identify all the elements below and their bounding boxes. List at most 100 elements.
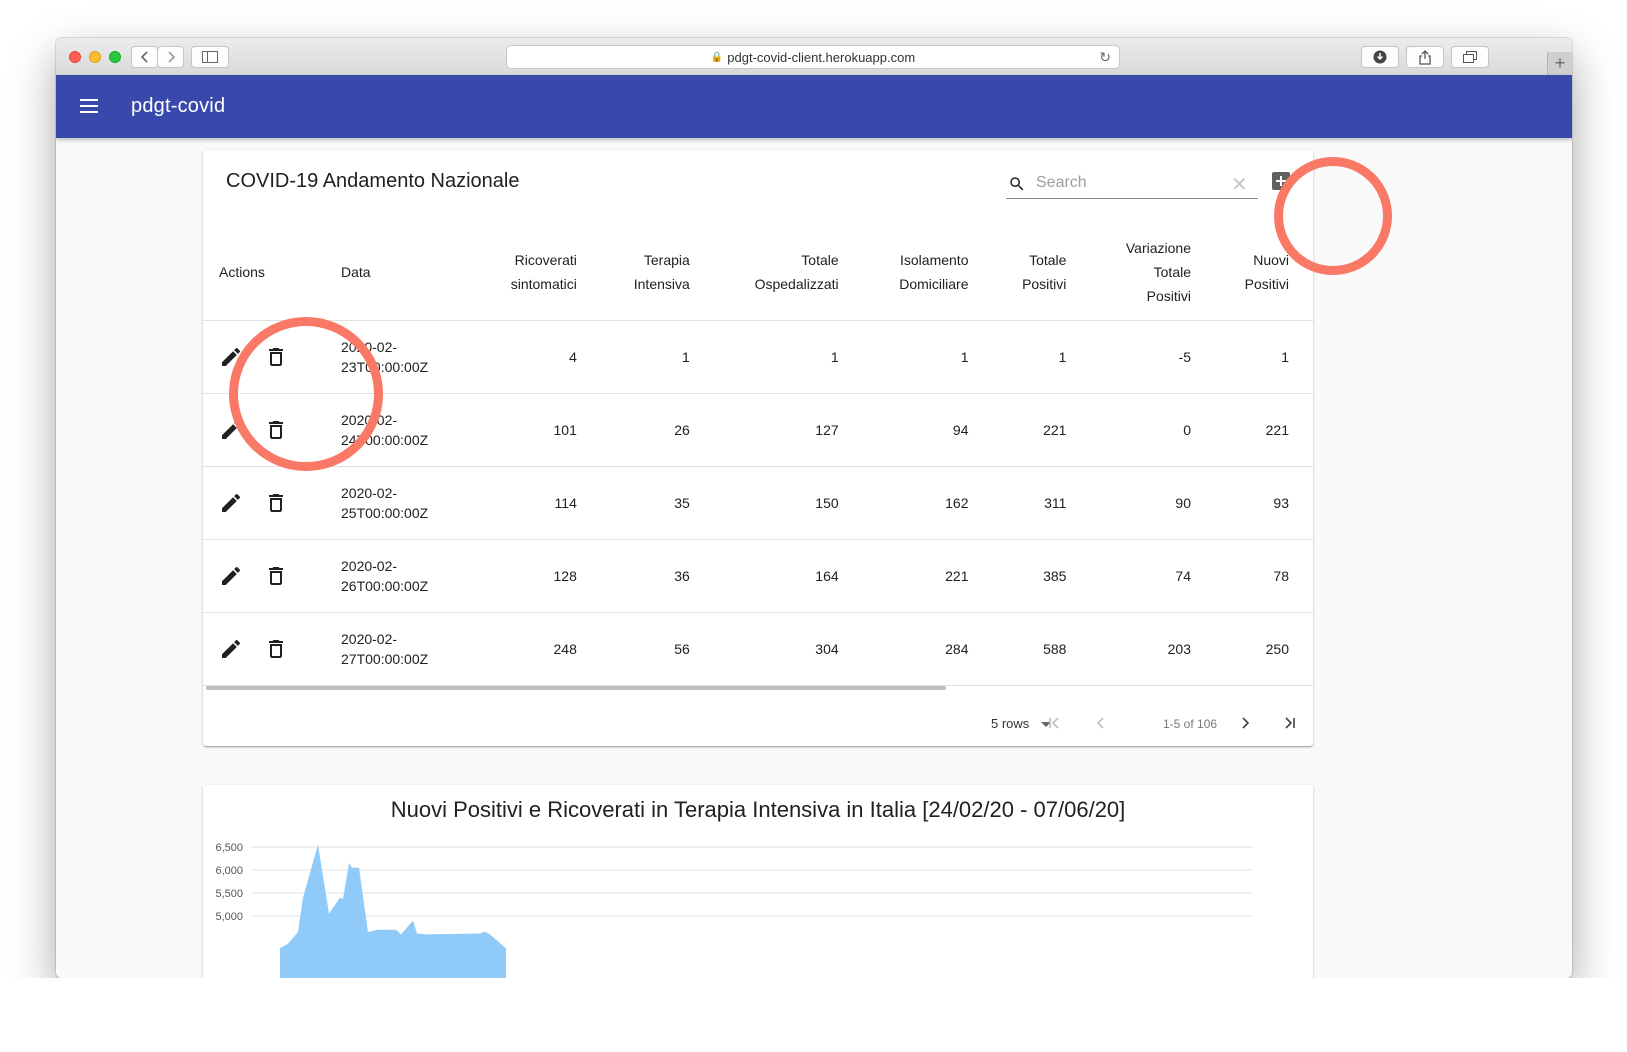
date-line: 2020-02- [341, 339, 398, 355]
data-table-card: COVID-19 Andamento Nazionale ✕ Actions D… [203, 150, 1313, 746]
column-header[interactable]: Isolamento Domiciliare [854, 223, 985, 321]
pagination: 5 rows 1-5 of 106 [203, 710, 1313, 740]
column-spacer [1305, 223, 1313, 321]
trash-icon[interactable] [264, 491, 288, 515]
value-cell: 162 [854, 466, 985, 540]
row-actions-cell [203, 393, 325, 467]
tabs-icon [1463, 51, 1477, 63]
value-cell: 1 [705, 320, 855, 394]
app-title: pdgt-covid [131, 95, 226, 117]
column-header-label: Variazione [1125, 239, 1191, 256]
trash-icon[interactable] [264, 637, 288, 661]
column-header-label: Nuovi [1253, 251, 1289, 268]
value-cell: 284 [854, 612, 985, 686]
value-cell: 78 [1207, 539, 1305, 613]
page-range-label: 1-5 of 106 [1163, 717, 1218, 731]
pencil-icon[interactable] [219, 418, 243, 442]
value-cell: 90 [1082, 466, 1207, 540]
pencil-icon[interactable] [219, 491, 243, 515]
column-header[interactable]: Totale Ospedalizzati [705, 223, 855, 321]
date-line: 2020-02- [341, 412, 398, 428]
date-line: 26T00:00:00Z [341, 578, 429, 594]
first-page-icon[interactable] [1045, 713, 1065, 733]
row-actions-cell [203, 466, 325, 540]
download-icon [1373, 50, 1387, 64]
rows-per-page-select[interactable]: 5 rows [991, 716, 1029, 731]
date-line: 2020-02- [341, 558, 398, 574]
search-input[interactable] [1034, 170, 1228, 196]
maximize-window-button[interactable] [109, 51, 121, 63]
sidebar-toggle-button[interactable] [191, 46, 229, 68]
y-tick-label: 6,000 [215, 865, 243, 877]
value-cell: 56 [592, 612, 706, 686]
column-header[interactable]: Actions [203, 223, 325, 321]
trash-icon[interactable] [264, 418, 288, 442]
back-button[interactable] [131, 46, 158, 68]
value-cell: 36 [592, 539, 706, 613]
date-line: 23T00:00:00Z [341, 359, 429, 375]
new-tab-button[interactable]: + [1547, 52, 1572, 75]
value-cell: -5 [1082, 320, 1207, 394]
column-header[interactable]: Totale Positivi [984, 223, 1083, 321]
pencil-icon[interactable] [219, 637, 243, 661]
address-bar[interactable]: 🔒 pdgt-covid-client.herokuapp.com ↻ [506, 45, 1120, 69]
chevron-left-icon[interactable] [1091, 713, 1111, 733]
value-cell: 4 [467, 320, 593, 394]
close-window-button[interactable] [69, 51, 81, 63]
trash-icon[interactable] [264, 345, 288, 369]
column-header[interactable]: Terapia Intensiva [592, 223, 706, 321]
y-tick-label: 5,500 [215, 888, 243, 900]
chevron-right-icon [167, 51, 175, 63]
column-header-label: Isolamento [900, 251, 969, 268]
minimize-window-button[interactable] [89, 51, 101, 63]
chevron-right-icon[interactable] [1235, 713, 1255, 733]
reload-icon[interactable]: ↻ [1099, 49, 1111, 66]
horizontal-scrollbar[interactable] [206, 686, 946, 690]
value-cell: 203 [1082, 612, 1207, 686]
date-cell: 2020-02- 25T00:00:00Z [325, 466, 467, 540]
date-cell: 2020-02- 27T00:00:00Z [325, 612, 467, 686]
share-button[interactable] [1406, 46, 1444, 68]
column-header-label: Intensiva [633, 275, 690, 292]
lock-icon: 🔒 [710, 51, 724, 63]
pencil-icon[interactable] [219, 564, 243, 588]
column-header-label: Data [341, 263, 371, 280]
share-icon [1419, 49, 1431, 65]
column-header-label: Positivi [1146, 287, 1191, 304]
value-cell: 101 [467, 393, 593, 467]
table-row: 2020-02- 26T00:00:00Z 128 36 164 221 385 74 78 [203, 539, 1313, 613]
column-header-label: sintomatici [510, 275, 577, 292]
desktop-background [0, 978, 1627, 1052]
value-cell: 304 [705, 612, 855, 686]
table-header-row: Actions Data Ricoverati sintomatici Terap… [203, 223, 1313, 321]
tabs-overview-button[interactable] [1451, 46, 1489, 68]
column-header-label: Ospedalizzati [754, 275, 839, 292]
close-icon[interactable]: ✕ [1231, 172, 1248, 197]
column-header[interactable]: Ricoverati sintomatici [467, 223, 593, 321]
data-table: Actions Data Ricoverati sintomatici Terap… [203, 223, 1313, 686]
column-header[interactable]: Variazione Totale Positivi [1082, 223, 1207, 321]
value-cell: 128 [467, 539, 593, 613]
add-box-icon[interactable] [1272, 172, 1290, 190]
date-line: 2020-02- [341, 485, 398, 501]
y-tick-label: 5,000 [215, 911, 243, 923]
value-cell: 1 [1207, 320, 1305, 394]
column-header[interactable]: Data [325, 223, 467, 321]
menu-icon[interactable] [80, 99, 98, 113]
downloads-button[interactable] [1361, 46, 1399, 68]
value-cell: 150 [705, 466, 855, 540]
forward-button[interactable] [157, 46, 184, 68]
value-cell: 1 [854, 320, 985, 394]
column-header-label: Domiciliare [899, 275, 969, 292]
value-cell: 26 [592, 393, 706, 467]
column-header-label: Positivi [1022, 275, 1067, 292]
pencil-icon[interactable] [219, 345, 243, 369]
area-chart: 6,500 6,000 5,500 5,000 [215, 842, 1253, 985]
date-line: 27T00:00:00Z [341, 651, 429, 667]
value-cell: 221 [984, 393, 1083, 467]
trash-icon[interactable] [264, 564, 288, 588]
value-cell: 221 [854, 539, 985, 613]
value-cell: 114 [467, 466, 593, 540]
last-page-icon[interactable] [1279, 713, 1299, 733]
column-header[interactable]: Nuovi Positivi [1207, 223, 1305, 321]
